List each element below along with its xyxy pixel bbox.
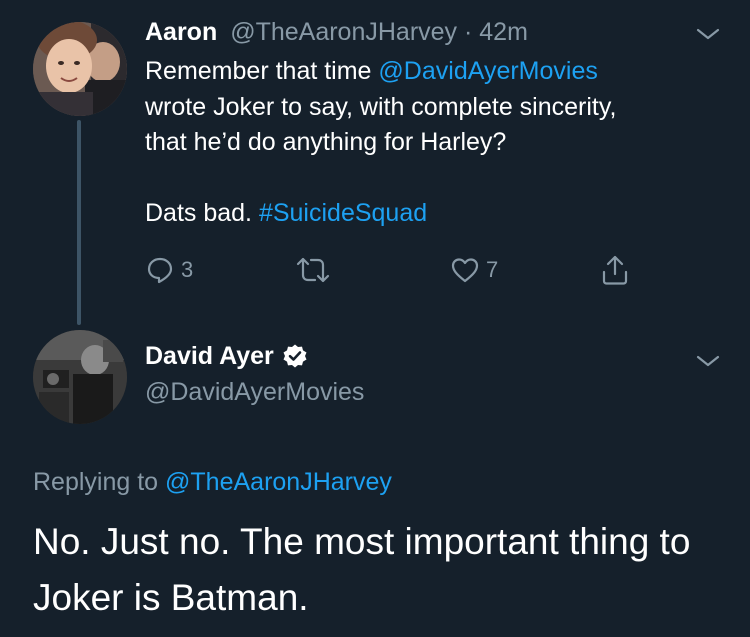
avatar-photo-aaron bbox=[33, 22, 127, 116]
reply-button[interactable]: 3 bbox=[145, 252, 193, 288]
tweet-actions: 3 7 bbox=[145, 252, 665, 288]
like-icon bbox=[451, 258, 479, 283]
tweet-text: No. Just no. The most important thing to… bbox=[33, 521, 691, 618]
display-name[interactable]: Aaron bbox=[145, 18, 217, 46]
replying-to-label: Replying to bbox=[33, 468, 166, 496]
username[interactable]: @TheAaronJHarvey bbox=[230, 18, 457, 46]
chevron-down-icon bbox=[696, 355, 720, 367]
reply-count: 3 bbox=[181, 257, 194, 282]
like-button[interactable]: 7 bbox=[450, 252, 498, 288]
reply-icon bbox=[147, 257, 173, 284]
avatar-photo-david bbox=[33, 330, 127, 424]
verified-badge-icon bbox=[283, 344, 307, 368]
avatar[interactable] bbox=[33, 330, 127, 424]
like-count: 7 bbox=[486, 257, 499, 282]
chevron-down-icon bbox=[696, 28, 720, 40]
tweet-header: Aaron @TheAaronJHarvey · 42m bbox=[145, 16, 528, 48]
retweet-icon bbox=[296, 257, 330, 283]
tweet-text: Remember that time @DavidAyerMovies wrot… bbox=[145, 54, 725, 232]
tweet-menu-button[interactable] bbox=[695, 353, 721, 374]
tweet-text-segment: Dats bad. bbox=[145, 199, 259, 227]
retweet-button[interactable] bbox=[295, 252, 331, 288]
display-name[interactable]: David Ayer bbox=[145, 340, 274, 372]
timestamp[interactable]: 42m bbox=[479, 18, 528, 46]
replying-to: Replying to @TheAaronJHarvey bbox=[33, 466, 392, 498]
tweet-text-line: that he’d do anything for Harley? bbox=[145, 128, 507, 156]
tweet-text-segment: Remember that time bbox=[145, 57, 379, 85]
share-button[interactable] bbox=[600, 252, 630, 288]
hashtag-link[interactable]: #SuicideSquad bbox=[259, 199, 427, 227]
avatar[interactable] bbox=[33, 22, 127, 116]
tweet-text-line: wrote Joker to say, with complete sincer… bbox=[145, 92, 617, 121]
separator-dot: · bbox=[457, 18, 480, 46]
share-icon bbox=[602, 255, 628, 285]
username[interactable]: @DavidAyerMovies bbox=[145, 376, 364, 408]
thread-connector bbox=[77, 120, 81, 325]
mention-link[interactable]: @TheAaronJHarvey bbox=[165, 468, 392, 496]
tweet-header: David Ayer bbox=[145, 340, 308, 372]
tweet-menu-button[interactable] bbox=[695, 26, 721, 47]
mention-link[interactable]: @DavidAyerMovies bbox=[378, 57, 597, 85]
